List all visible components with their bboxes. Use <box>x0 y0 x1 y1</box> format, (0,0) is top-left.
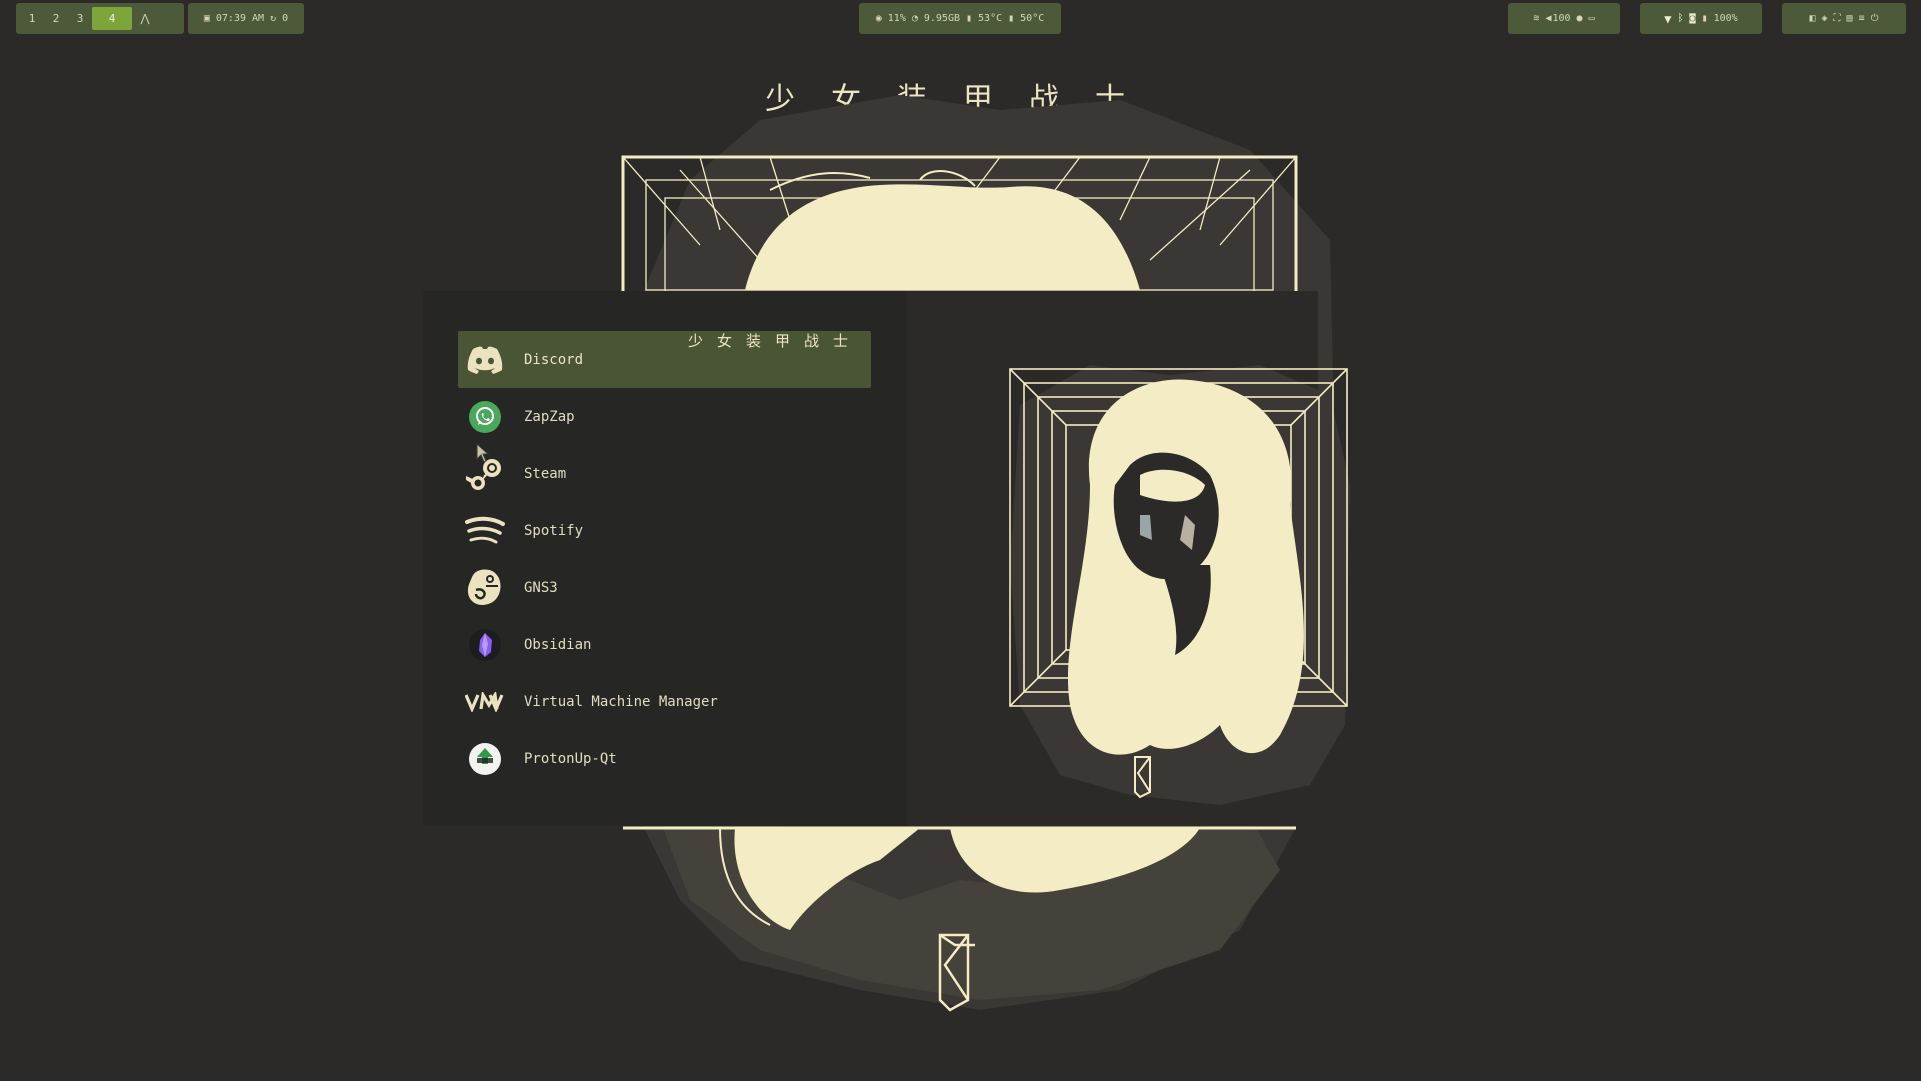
app-item-label: GNS3 <box>524 579 558 596</box>
virt-manager-icon <box>465 682 505 722</box>
app-item-label: ZapZap <box>524 408 575 425</box>
app-item-spotify[interactable]: Spotify <box>458 502 871 559</box>
spotify-icon <box>465 511 505 551</box>
app-item-zapzap[interactable]: ZapZap <box>458 388 871 445</box>
gns3-icon <box>465 568 505 608</box>
app-item-label: Discord <box>524 351 584 368</box>
app-item-label: Steam <box>524 465 567 482</box>
whatsapp-icon <box>465 397 505 437</box>
protonup-icon <box>465 739 505 779</box>
app-item-label: Obsidian <box>524 636 592 653</box>
app-item-virt-manager[interactable]: Virtual Machine Manager <box>458 673 871 730</box>
app-item-obsidian[interactable]: Obsidian <box>458 616 871 673</box>
preview-title: 少女装甲战士 <box>687 332 862 350</box>
discord-icon <box>465 340 505 380</box>
mouse-cursor-icon <box>476 443 490 463</box>
app-item-label: Spotify <box>524 522 584 539</box>
app-item-steam[interactable]: Steam <box>458 445 871 502</box>
wallpaper-preview-image <box>1009 365 1350 805</box>
app-item-protonup[interactable]: ProtonUp-Qt <box>458 730 871 787</box>
obsidian-icon <box>465 625 505 665</box>
app-item-label: ProtonUp-Qt <box>524 750 617 767</box>
app-item-label: Virtual Machine Manager <box>524 693 718 710</box>
app-item-gns3[interactable]: GNS3 <box>458 559 871 616</box>
